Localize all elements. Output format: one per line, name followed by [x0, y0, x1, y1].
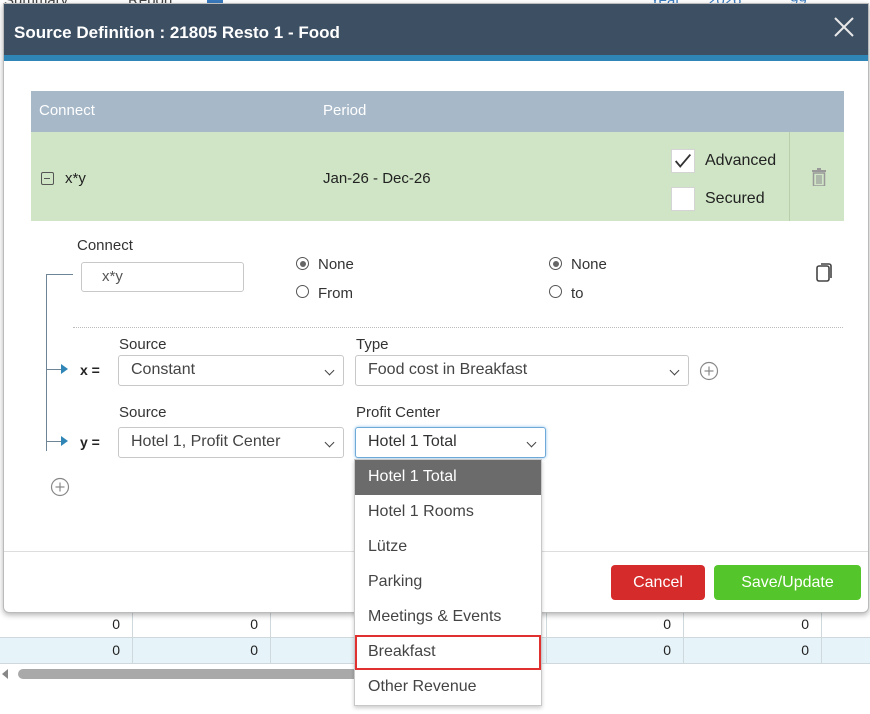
from-radio[interactable]: [296, 285, 309, 298]
close-icon[interactable]: [831, 14, 857, 40]
bg-grid-cell: 0: [684, 638, 822, 664]
dropdown-option[interactable]: Hotel 1 Total: [355, 460, 541, 495]
tree-connector: [46, 441, 61, 442]
from-none-label: None: [318, 256, 354, 273]
column-header-connect: Connect: [39, 102, 95, 119]
y-source-label: Source: [119, 404, 167, 421]
dropdown-option[interactable]: Meetings & Events: [355, 600, 541, 635]
collapse-icon[interactable]: [41, 172, 54, 185]
y-source-value: Hotel 1, Profit Center: [131, 433, 281, 450]
connect-input[interactable]: x*y: [81, 262, 244, 292]
to-radio[interactable]: [549, 285, 562, 298]
x-type-label: Type: [356, 336, 389, 353]
bg-grid-cell: 0: [546, 638, 684, 664]
to-none-radio[interactable]: [549, 257, 562, 270]
bg-grid-cell: 0: [684, 612, 822, 638]
x-variable-label: x =: [80, 362, 100, 378]
row-divider: [789, 132, 790, 221]
tree-connector: [46, 369, 61, 370]
column-header-period: Period: [323, 102, 367, 119]
checkmark-icon: [674, 153, 692, 168]
trash-icon[interactable]: [811, 168, 827, 186]
dropdown-option[interactable]: Other Revenue: [355, 670, 541, 705]
from-none-radio[interactable]: [296, 257, 309, 270]
to-label: to: [571, 285, 584, 302]
row-period: Jan-26 - Dec-26: [323, 170, 431, 187]
save-update-button[interactable]: Save/Update: [714, 565, 861, 600]
definition-row[interactable]: x*y Jan-26 - Dec-26 Advanced Secured: [31, 132, 844, 221]
scroll-left-icon[interactable]: [2, 669, 8, 679]
secured-label: Secured: [705, 190, 765, 207]
y-source-select[interactable]: Hotel 1, Profit Center: [118, 427, 344, 458]
cancel-button[interactable]: Cancel: [611, 565, 705, 600]
secured-checkbox[interactable]: [671, 187, 695, 211]
to-none-label: None: [571, 256, 607, 273]
chevron-down-icon: [526, 437, 537, 448]
dropdown-option[interactable]: Parking: [355, 565, 541, 600]
copy-icon[interactable]: [815, 261, 835, 283]
advanced-checkbox[interactable]: [671, 149, 695, 173]
bg-grid-cell: 0: [133, 638, 271, 664]
dialog-title: Source Definition : 21805 Resto 1 - Food: [14, 23, 340, 42]
bg-grid-cell: 0: [0, 638, 133, 664]
section-divider: [73, 327, 843, 328]
connect-label: Connect: [77, 237, 133, 254]
tree-connector: [46, 274, 73, 275]
y-profit-center-select[interactable]: Hotel 1 Total: [355, 427, 546, 458]
y-profit-center-value: Hotel 1 Total: [368, 433, 457, 450]
dropdown-option-breakfast[interactable]: Breakfast: [355, 635, 541, 670]
add-type-icon[interactable]: [699, 361, 719, 381]
bg-grid-cell: 0: [546, 612, 684, 638]
tree-arrow-icon: [61, 364, 68, 374]
bg-grid-cell: 0: [0, 612, 133, 638]
dropdown-option[interactable]: Lütze: [355, 530, 541, 565]
x-type-value: Food cost in Breakfast: [368, 361, 528, 378]
from-label: From: [318, 285, 353, 302]
bg-grid-cell: 0: [133, 612, 271, 638]
advanced-label: Advanced: [705, 152, 777, 169]
y-variable-label: y =: [80, 434, 100, 450]
profit-center-dropdown: Hotel 1 Total Hotel 1 Rooms Lütze Parkin…: [354, 459, 542, 706]
dialog-header: Source Definition : 21805 Resto 1 - Food: [4, 4, 868, 61]
dropdown-option[interactable]: Hotel 1 Rooms: [355, 495, 541, 530]
chevron-down-icon: [324, 365, 335, 376]
x-type-select[interactable]: Food cost in Breakfast: [355, 355, 689, 386]
x-source-select[interactable]: Constant: [118, 355, 344, 386]
tree-arrow-icon: [61, 436, 68, 446]
add-variable-icon[interactable]: [50, 477, 70, 497]
y-profit-center-label: Profit Center: [356, 404, 441, 421]
row-expression: x*y: [65, 170, 86, 187]
chevron-down-icon: [324, 437, 335, 448]
x-source-label: Source: [119, 336, 167, 353]
scrollbar-thumb[interactable]: [18, 669, 363, 679]
definition-table-header: Connect Period: [31, 91, 844, 132]
tree-connector: [46, 274, 47, 451]
x-source-value: Constant: [131, 361, 196, 378]
chevron-down-icon: [669, 365, 680, 376]
